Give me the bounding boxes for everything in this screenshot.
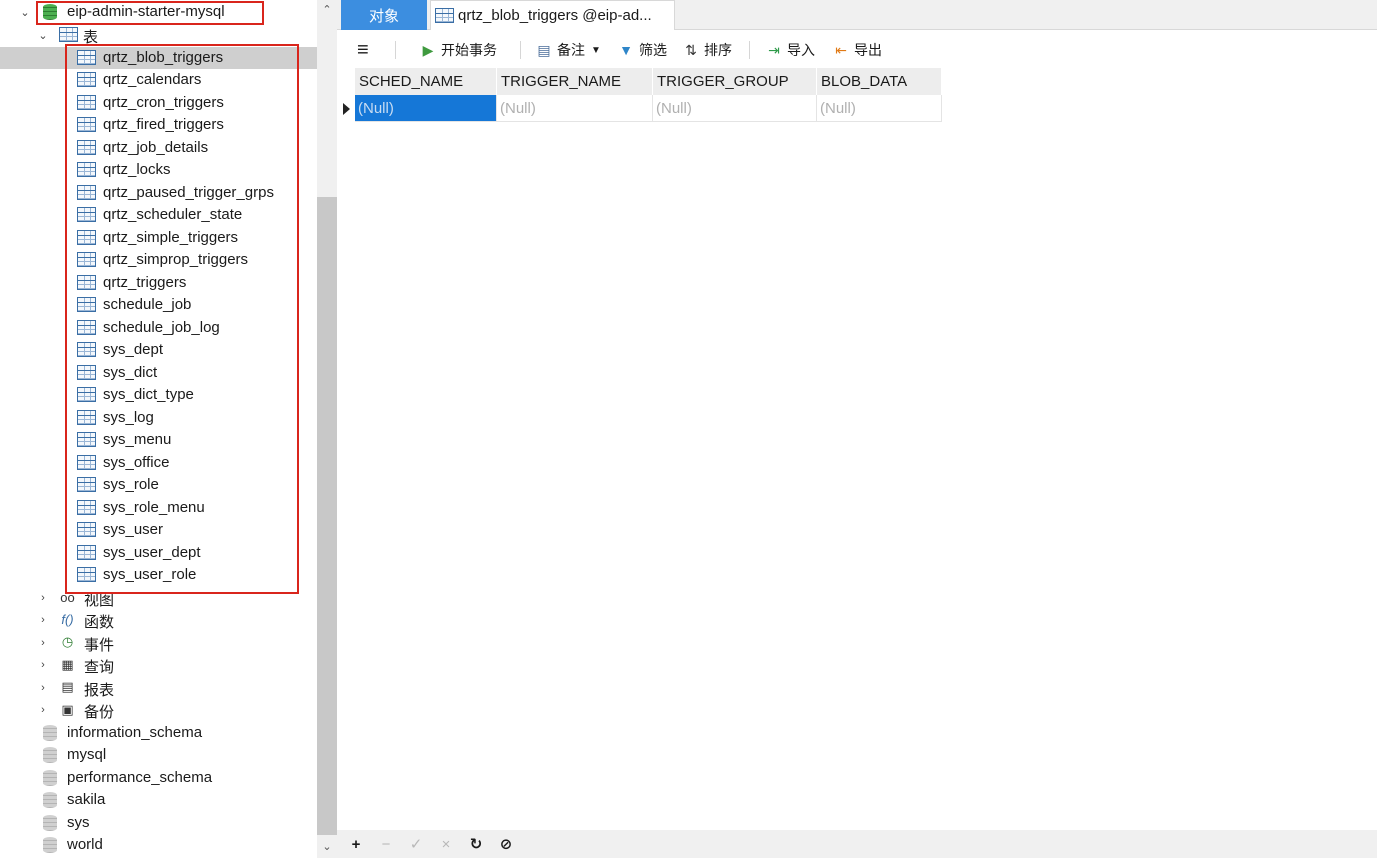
dropdown-caret-icon[interactable]: ▼ <box>591 45 601 56</box>
tab-objects[interactable]: 对象 <box>341 0 427 30</box>
database-icon <box>43 747 57 763</box>
database-label: sakila <box>67 791 106 808</box>
refresh-button[interactable]: ↻ <box>465 834 487 854</box>
tree-group-item[interactable]: › ◷ 事件 <box>0 632 317 655</box>
database-icon <box>43 792 57 808</box>
database-label: information_schema <box>67 723 203 741</box>
filter-icon: ▼ <box>619 42 633 58</box>
memo-button[interactable]: ▤ 备注 ▼ <box>535 39 601 61</box>
memo-label: 备注 <box>557 42 585 58</box>
backup-icon: ▣ <box>61 701 74 717</box>
table-cell[interactable]: (Null) <box>817 95 942 122</box>
filter-button[interactable]: ▼ 筛选 <box>617 39 667 61</box>
scroll-up-icon[interactable]: ⌃ <box>317 0 337 18</box>
hamburger-icon[interactable]: ≡ <box>357 39 369 61</box>
transaction-icon: ▶ <box>422 41 434 58</box>
highlight-box-tables <box>65 44 299 594</box>
import-label: 导入 <box>787 42 815 58</box>
begin-transaction-label: 开始事务 <box>441 42 497 58</box>
data-grid: SCHED_NAME TRIGGER_NAME TRIGGER_GROUP BL… <box>337 68 1377 830</box>
table-cell[interactable]: (Null) <box>653 95 817 122</box>
column-header[interactable]: TRIGGER_GROUP <box>653 68 817 95</box>
database-item[interactable]: world <box>0 834 317 857</box>
column-header[interactable]: BLOB_DATA <box>817 68 942 95</box>
column-header[interactable]: TRIGGER_NAME <box>497 68 653 95</box>
database-icon <box>43 814 57 831</box>
import-button[interactable]: ⇥ 导入 <box>765 39 815 61</box>
database-item[interactable]: sakila <box>0 789 317 812</box>
delete-record-button[interactable]: − <box>375 834 397 854</box>
tree-group-item[interactable]: › f() 函数 <box>0 609 317 632</box>
export-label: 导出 <box>854 42 882 58</box>
toolbar-divider <box>395 41 396 59</box>
chevron-down-icon[interactable]: ⌄ <box>38 30 48 42</box>
chevron-right-icon[interactable]: › <box>38 614 48 626</box>
discard-changes-button[interactable]: × <box>435 834 457 854</box>
table-icon <box>435 8 454 23</box>
toolbar-divider <box>520 41 521 59</box>
scroll-down-icon[interactable]: ⌄ <box>317 836 337 856</box>
filter-label: 筛选 <box>639 42 667 58</box>
tree-group-label: 事件 <box>84 636 115 654</box>
database-item[interactable]: sys <box>0 812 317 835</box>
export-icon: ⇤ <box>835 41 847 58</box>
database-label: world <box>67 836 103 853</box>
database-icon <box>43 837 57 853</box>
apply-changes-button[interactable]: ✓ <box>405 834 427 854</box>
tree-group-label: 报表 <box>84 681 115 699</box>
tree-group-label: 查询 <box>84 659 115 676</box>
tab-table-data[interactable]: qrtz_blob_triggers @eip-ad... <box>430 0 675 30</box>
chevron-right-icon[interactable]: › <box>38 704 48 716</box>
chevron-down-icon[interactable]: ⌄ <box>20 7 30 19</box>
add-record-button[interactable]: + <box>345 834 367 854</box>
column-header[interactable]: SCHED_NAME <box>355 68 497 95</box>
database-icon <box>43 769 57 786</box>
current-row-arrow-icon <box>343 103 350 115</box>
tab-table-label: qrtz_blob_triggers @eip-ad... <box>458 7 652 24</box>
toolbar: ≡ ▶ 开始事务 ▤ 备注 ▼ ▼ 筛选 ⇅ 排序 ⇥ 导入 ⇤ 导出 <box>337 31 1377 68</box>
database-item[interactable]: information_schema <box>0 722 317 745</box>
chevron-right-icon[interactable]: › <box>38 637 48 649</box>
chevron-right-icon[interactable]: › <box>38 592 48 604</box>
chevron-right-icon[interactable]: › <box>38 682 48 694</box>
database-label: mysql <box>67 746 107 763</box>
record-toolbar: + − ✓ × ↻ ⊘ <box>337 830 1377 858</box>
navigator-panel: ⌄ eip-admin-starter-mysql ⌄ 表 qrtz_blob_… <box>0 0 317 858</box>
tree-group-item[interactable]: › ▦ 查询 <box>0 654 317 677</box>
database-item[interactable]: performance_schema <box>0 767 317 790</box>
database-item[interactable]: mysql <box>0 744 317 767</box>
report-icon: ▤ <box>61 679 74 694</box>
tab-bar: 对象 qrtz_blob_triggers @eip-ad... <box>337 0 1377 30</box>
toolbar-divider <box>749 41 750 59</box>
tree-group-item[interactable]: › ▤ 报表 <box>0 677 317 700</box>
sort-label: 排序 <box>704 42 732 58</box>
sort-button[interactable]: ⇅ 排序 <box>682 39 732 61</box>
tree-group-item[interactable]: › ▣ 备份 <box>0 699 317 722</box>
event-clock-icon: ◷ <box>61 634 74 649</box>
query-icon: ▦ <box>61 656 74 672</box>
database-label: performance_schema <box>67 768 213 786</box>
highlight-box-connection <box>36 1 264 25</box>
begin-transaction-button[interactable]: ▶ 开始事务 <box>419 39 497 61</box>
export-button[interactable]: ⇤ 导出 <box>832 39 882 61</box>
table-cell[interactable]: (Null) <box>497 95 653 122</box>
tree-group-label: 函数 <box>84 614 115 631</box>
table-icon <box>59 27 78 42</box>
tree-group-label: 备份 <box>84 704 115 721</box>
memo-icon: ▤ <box>537 41 551 58</box>
table-cell[interactable]: (Null) <box>355 95 497 122</box>
stop-button[interactable]: ⊘ <box>495 834 517 854</box>
function-icon: f() <box>61 612 74 627</box>
sort-icon: ⇅ <box>685 41 697 58</box>
database-label: sys <box>67 813 90 831</box>
chevron-right-icon[interactable]: › <box>38 659 48 671</box>
navigator-scroll-thumb[interactable] <box>317 197 337 835</box>
import-icon: ⇥ <box>768 41 780 58</box>
database-icon <box>43 724 57 741</box>
